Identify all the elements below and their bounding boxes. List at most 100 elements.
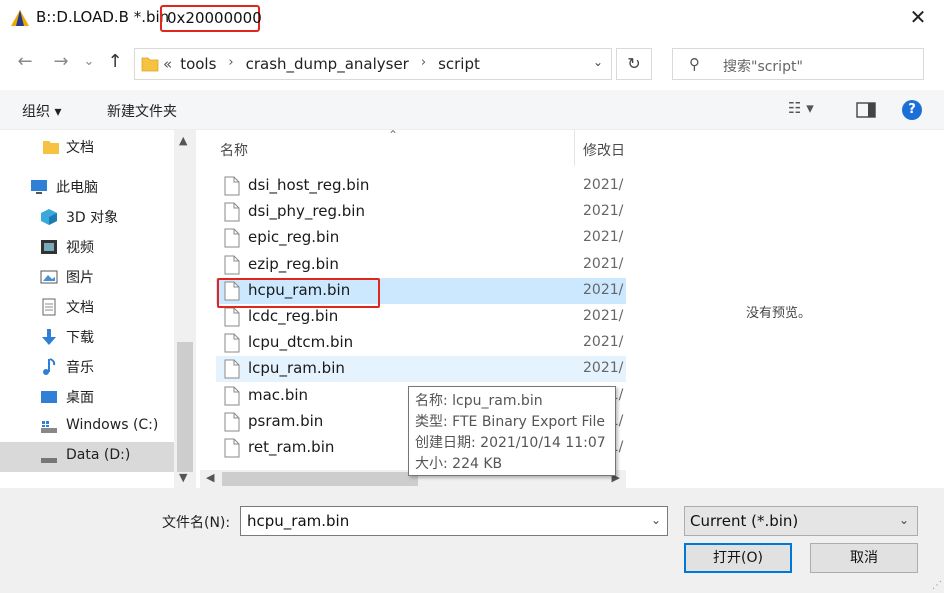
- organize-menu-button[interactable]: 组织 ▾: [22, 101, 61, 121]
- nav-item-label: 文档: [66, 140, 94, 156]
- nav-item-pictures[interactable]: 图片: [0, 262, 174, 292]
- open-button[interactable]: 打开(O): [684, 543, 792, 573]
- help-icon[interactable]: ?: [902, 100, 922, 120]
- selection-highlight-box: [217, 278, 380, 308]
- column-divider[interactable]: [574, 130, 575, 166]
- breadcrumb-crash-dump-analyser[interactable]: crash_dump_analyser: [246, 55, 409, 73]
- nav-item-3d-objects[interactable]: 3D 对象: [0, 202, 174, 232]
- file-type-select[interactable]: Current (*.bin) ⌄: [684, 506, 918, 536]
- file-name: epic_reg.bin: [248, 228, 340, 247]
- file-row[interactable]: ezip_reg.bin 2021/: [216, 252, 626, 278]
- column-header-date[interactable]: 修改日: [583, 140, 626, 160]
- dialog-footer: 文件名(N): hcpu_ram.bin ⌄ Current (*.bin) ⌄…: [0, 488, 944, 593]
- nav-scrollbar-thumb[interactable]: [177, 342, 193, 472]
- address-dropdown-chevron-icon[interactable]: ⌄: [593, 55, 603, 69]
- download-icon: [42, 329, 56, 345]
- close-icon[interactable]: ✕: [906, 6, 930, 30]
- file-row[interactable]: dsi_phy_reg.bin 2021/: [216, 199, 626, 225]
- windows-drive-icon: [41, 421, 57, 433]
- tooltip-name: 名称: lcpu_ram.bin: [415, 393, 543, 409]
- refresh-icon[interactable]: ↻: [616, 48, 652, 80]
- file-icon: [224, 333, 240, 353]
- file-date: 2021/: [583, 203, 624, 220]
- pictures-icon: [40, 270, 58, 284]
- breadcrumb-separator-icon: ›: [420, 55, 427, 70]
- address-bar[interactable]: « tools › crash_dump_analyser › script ⌄: [134, 48, 612, 80]
- filename-input[interactable]: hcpu_ram.bin ⌄: [240, 506, 668, 536]
- file-name: lcdc_reg.bin: [248, 307, 339, 325]
- scroll-left-icon[interactable]: ◀: [206, 471, 214, 484]
- nav-item-this-pc[interactable]: 此电脑: [0, 172, 174, 202]
- nav-item-label: Data (D:): [66, 447, 131, 463]
- resize-grip-icon[interactable]: ⋰: [932, 580, 942, 591]
- file-icon: [224, 255, 240, 275]
- breadcrumb-tools[interactable]: tools: [180, 55, 216, 73]
- address-row: ← → ⌄ ↑ « tools › crash_dump_analyser › …: [0, 36, 944, 90]
- filename-value: hcpu_ram.bin: [247, 512, 350, 530]
- folder-icon: [141, 57, 159, 72]
- back-arrow-icon[interactable]: ←: [14, 50, 36, 74]
- preview-pane-icon[interactable]: [856, 102, 876, 118]
- file-row[interactable]: dsi_host_reg.bin 2021/: [216, 173, 626, 199]
- recent-locations-chevron-icon[interactable]: ⌄: [78, 50, 100, 74]
- tooltip-size: 大小: 224 KB: [415, 456, 503, 472]
- nav-item-music[interactable]: 音乐: [0, 352, 174, 382]
- nav-item-label: 视频: [66, 240, 94, 256]
- video-icon: [41, 240, 57, 254]
- documents-icon: [42, 298, 56, 316]
- nav-item-label: 此电脑: [56, 180, 98, 196]
- nav-item-downloads[interactable]: 下载: [0, 322, 174, 352]
- nav-scrollbar[interactable]: ▲ ▼: [174, 130, 196, 488]
- forward-arrow-icon[interactable]: →: [50, 50, 72, 74]
- horizontal-scrollbar-thumb[interactable]: [222, 472, 418, 486]
- nav-item-documents-quick[interactable]: 文档: [0, 132, 174, 162]
- file-name: mac.bin: [248, 385, 309, 404]
- view-options-icon[interactable]: ☷ ▾: [788, 99, 814, 117]
- file-name: psram.bin: [248, 411, 324, 430]
- sort-ascending-icon: ⌃: [388, 128, 399, 142]
- scroll-up-icon[interactable]: ▲: [179, 134, 187, 147]
- drive-icon: [41, 458, 57, 463]
- file-icon: [224, 412, 240, 432]
- file-name: lcpu_ram.bin: [248, 359, 345, 378]
- nav-item-label: 3D 对象: [66, 210, 119, 226]
- breadcrumb-overflow-icon[interactable]: «: [163, 55, 172, 73]
- new-folder-button[interactable]: 新建文件夹: [107, 101, 177, 121]
- file-icon: [224, 202, 240, 222]
- breadcrumb: « tools › crash_dump_analyser › script: [163, 55, 480, 73]
- column-header-name[interactable]: 名称: [220, 140, 248, 160]
- file-icon: [224, 386, 240, 406]
- nav-item-label: 文档: [66, 300, 94, 316]
- navigation-pane: 文档 此电脑 3D 对象 视频 图片 文档 下载 音乐 桌面 Windows (…: [0, 130, 196, 488]
- tooltip-type: 类型: FTE Binary Export File: [415, 414, 605, 430]
- title-load-address: 0x20000000: [167, 9, 262, 27]
- file-date: 2021/: [583, 334, 624, 351]
- file-row[interactable]: lcpu_dtcm.bin 2021/: [216, 330, 626, 356]
- file-date: 2021/: [583, 281, 624, 298]
- nav-item-label: 音乐: [66, 360, 94, 376]
- cancel-button[interactable]: 取消: [810, 543, 918, 573]
- file-date: 2021/: [583, 360, 624, 377]
- file-date: 2021/: [583, 308, 624, 324]
- search-input[interactable]: ⚲ 搜索"script": [672, 48, 924, 80]
- desktop-icon: [41, 391, 57, 403]
- file-row[interactable]: epic_reg.bin 2021/: [216, 225, 626, 251]
- scroll-down-icon[interactable]: ▼: [179, 471, 187, 484]
- nav-item-windows-c[interactable]: Windows (C:): [0, 412, 174, 442]
- file-name: dsi_phy_reg.bin: [248, 202, 365, 221]
- filename-dropdown-chevron-icon[interactable]: ⌄: [651, 513, 661, 527]
- file-icon: [224, 438, 240, 458]
- nav-item-data-d[interactable]: Data (D:): [0, 442, 174, 472]
- up-folder-icon[interactable]: ↑: [104, 50, 126, 74]
- nav-item-desktop[interactable]: 桌面: [0, 382, 174, 412]
- music-icon: [43, 358, 56, 375]
- file-icon: [224, 228, 240, 248]
- nav-item-videos[interactable]: 视频: [0, 232, 174, 262]
- breadcrumb-script[interactable]: script: [438, 55, 480, 73]
- 3d-objects-icon: [41, 209, 57, 225]
- window-title: B::D.LOAD.B *.bin: [36, 8, 170, 26]
- file-name: ret_ram.bin: [248, 438, 335, 456]
- file-row[interactable]: lcpu_ram.bin 2021/: [216, 356, 626, 383]
- nav-item-label: 图片: [66, 270, 94, 286]
- nav-item-documents[interactable]: 文档: [0, 292, 174, 322]
